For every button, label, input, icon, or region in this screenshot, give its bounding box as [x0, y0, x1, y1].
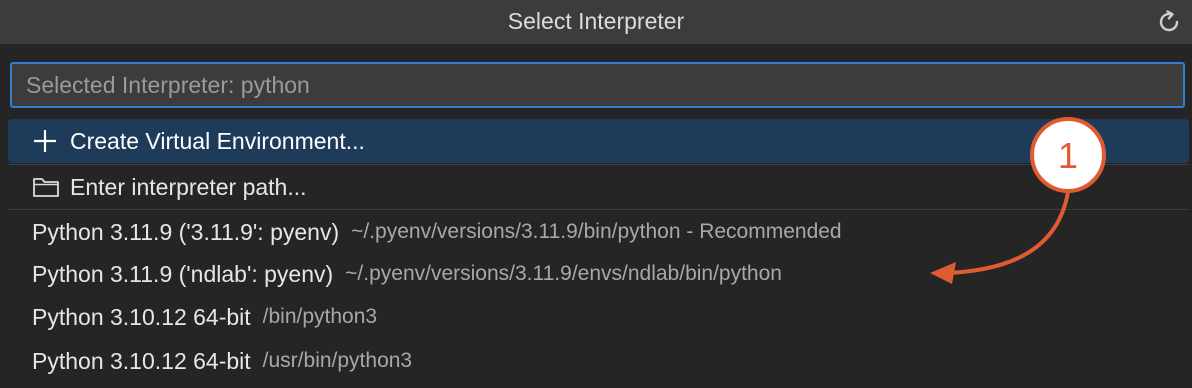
search-box[interactable] [10, 62, 1185, 108]
refresh-icon [1159, 10, 1179, 32]
enter-path-item[interactable]: Enter interpreter path... [8, 165, 1189, 209]
interpreter-item[interactable]: Python 3.11.9 ('ndlab': pyenv) ~/.pyenv/… [8, 252, 1189, 296]
create-venv-item[interactable]: Create Virtual Environment... [8, 119, 1189, 163]
interpreter-path: ~/.pyenv/versions/3.11.9/bin/python - Re… [351, 220, 842, 243]
enter-path-label: Enter interpreter path... [70, 173, 307, 200]
interpreter-path: /usr/bin/python3 [262, 349, 413, 372]
interpreter-item[interactable]: Python 3.10.12 64-bit /usr/bin/python3 [8, 339, 1189, 383]
dialog-title: Select Interpreter [507, 8, 685, 34]
interpreter-name: Python 3.10.12 64-bit [32, 303, 251, 330]
refresh-button[interactable] [1152, 5, 1186, 39]
plus-icon [32, 128, 62, 154]
create-venv-label: Create Virtual Environment... [70, 127, 365, 154]
search-input[interactable] [24, 70, 1171, 100]
interpreter-name: Python 3.10.12 64-bit [32, 347, 251, 374]
interpreter-path: ~/.pyenv/versions/3.11.9/envs/ndlab/bin/… [345, 262, 782, 285]
interpreter-item[interactable]: Python 3.10.12 64-bit /bin/python3 [8, 295, 1189, 339]
interpreter-path: /bin/python3 [262, 305, 378, 328]
folder-icon [32, 174, 62, 200]
interpreter-name: Python 3.11.9 ('ndlab': pyenv) [32, 260, 334, 287]
interpreter-name: Python 3.11.9 ('3.11.9': pyenv) [32, 218, 340, 245]
interpreter-item[interactable]: Python 3.11.9 ('3.11.9': pyenv) ~/.pyenv… [8, 210, 1189, 254]
